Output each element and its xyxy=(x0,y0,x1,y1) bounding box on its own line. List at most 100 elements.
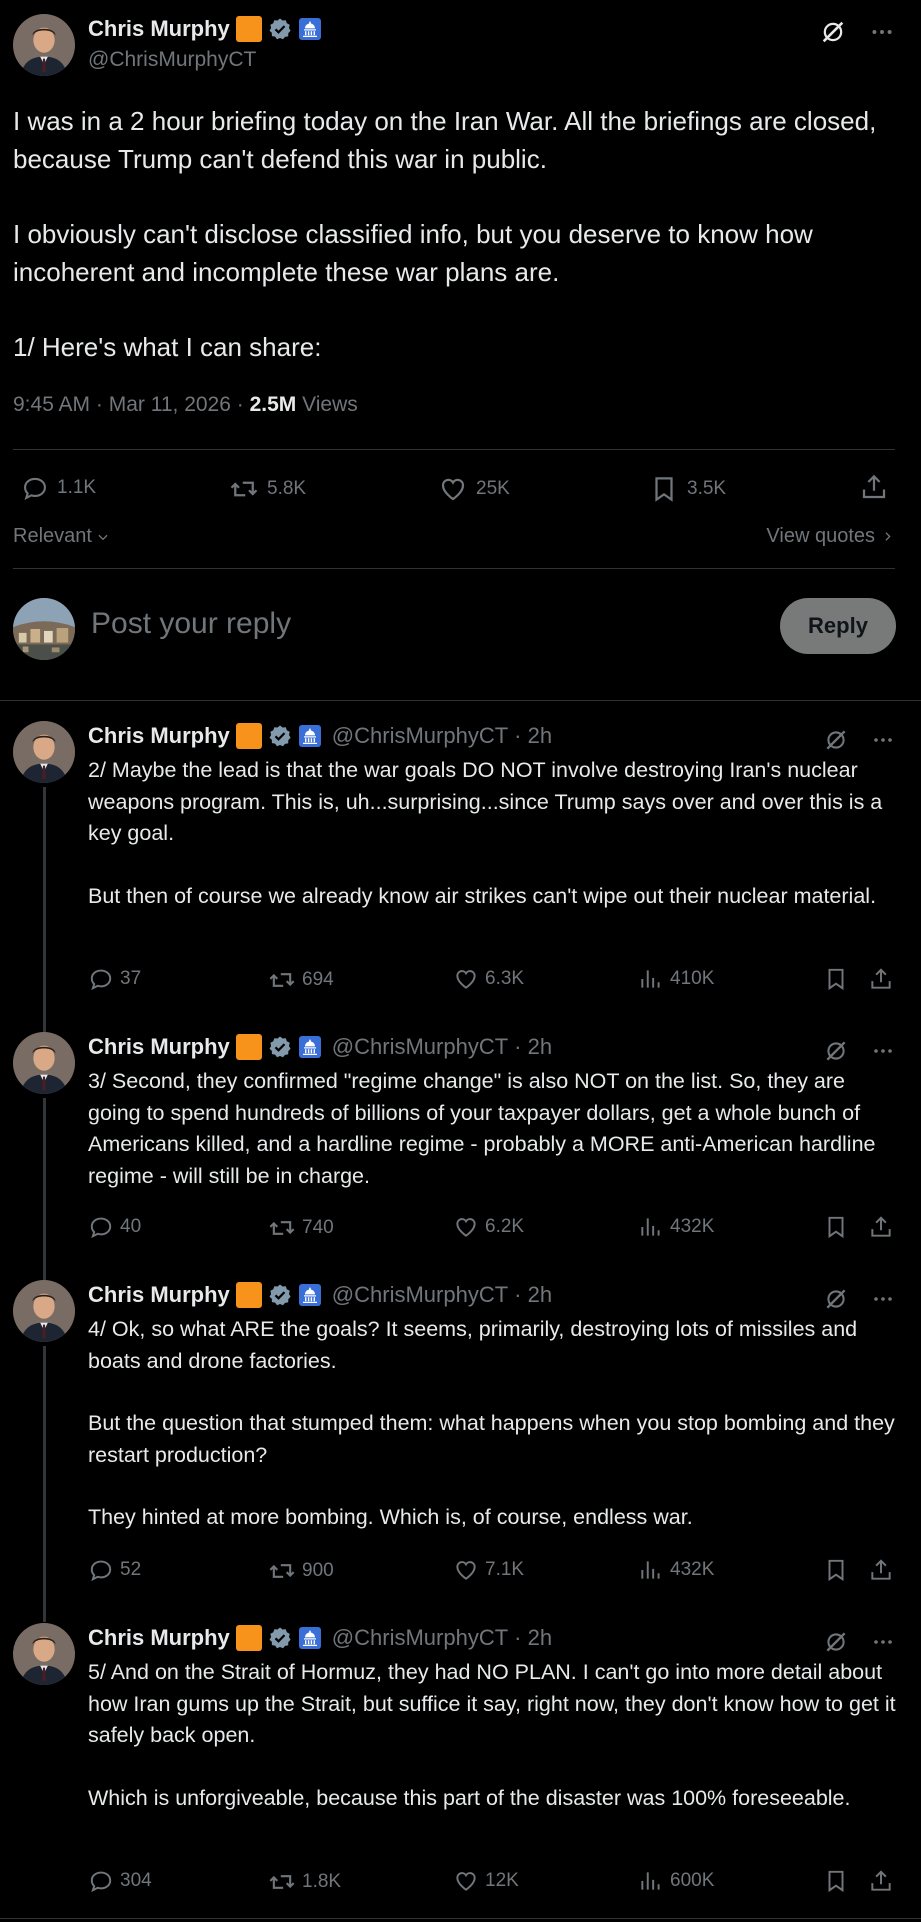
avatar[interactable] xyxy=(13,1032,75,1094)
thread-reply[interactable]: Chris Murphy @ChrisMurphyCT · 2h 3/ Seco… xyxy=(0,1032,921,1288)
reply-sort-dropdown[interactable]: Relevant xyxy=(13,525,110,548)
avatar[interactable] xyxy=(13,1623,75,1685)
reply-input[interactable]: Post your reply xyxy=(91,607,291,641)
author-name[interactable]: Chris Murphy xyxy=(88,723,230,749)
views-button[interactable]: 410K xyxy=(638,966,714,992)
like-button[interactable]: 25K xyxy=(438,474,510,504)
grok-icon[interactable] xyxy=(823,727,849,753)
share-button[interactable] xyxy=(868,1557,894,1583)
reply-count: 40 xyxy=(120,1216,142,1237)
reply-button[interactable]: 304 xyxy=(88,1868,152,1894)
reply-actions: 304 1.8K 12K 600K xyxy=(88,1868,898,1900)
more-icon[interactable] xyxy=(871,1039,895,1063)
chevron-right-icon xyxy=(881,530,894,543)
author-handle[interactable]: @ChrisMurphyCT xyxy=(332,1282,508,1308)
thread-reply[interactable]: Chris Murphy @ChrisMurphyCT · 2h 5/ And … xyxy=(0,1623,921,1913)
share-button[interactable] xyxy=(868,1214,894,1240)
views-count: 2.5M xyxy=(249,393,297,416)
author-handle[interactable]: @ChrisMurphyCT xyxy=(332,1034,508,1060)
capitol-icon xyxy=(298,1035,322,1059)
like-button[interactable]: 7.1K xyxy=(453,1557,524,1583)
affiliate-badge-icon xyxy=(235,1034,262,1060)
views-count: 600K xyxy=(670,1870,715,1891)
views-count: 432K xyxy=(670,1559,715,1580)
bookmark-button[interactable] xyxy=(823,1214,849,1240)
tweet-text: I was in a 2 hour briefing today on the … xyxy=(13,102,893,403)
repost-button[interactable]: 900 xyxy=(268,1557,334,1585)
reply-button[interactable]: 40 xyxy=(88,1214,141,1240)
reply-paragraph: 3/ Second, they confirmed "regime change… xyxy=(88,1069,876,1188)
grok-icon[interactable] xyxy=(819,18,847,46)
reply-time[interactable]: · 2h xyxy=(514,1034,552,1060)
views-button[interactable]: 600K xyxy=(638,1868,714,1894)
reply-text: 5/ And on the Strait of Hormuz, they had… xyxy=(88,1657,898,1845)
tweet-meta: 9:45 AM · Mar 11, 2026 · 2.5M Views xyxy=(13,393,358,416)
author-name[interactable]: Chris Murphy xyxy=(88,1034,230,1060)
thread-reply[interactable]: Chris Murphy @ChrisMurphyCT · 2h 2/ Mayb… xyxy=(0,721,921,1037)
reply-button[interactable]: 52 xyxy=(88,1557,141,1583)
author-handle[interactable]: @ChrisMurphyCT xyxy=(332,1625,508,1651)
verified-icon xyxy=(268,17,292,41)
share-button[interactable] xyxy=(868,1868,894,1894)
bookmark-button[interactable] xyxy=(823,1868,849,1894)
repost-count: 694 xyxy=(302,969,334,990)
reply-paragraph: 2/ Maybe the lead is that the war goals … xyxy=(88,758,883,845)
author-name[interactable]: Chris Murphy xyxy=(88,1625,230,1651)
author-name[interactable]: Chris Murphy xyxy=(88,16,230,42)
author-handle[interactable]: @ChrisMurphyCT xyxy=(332,723,508,749)
views-button[interactable]: 432K xyxy=(638,1214,714,1240)
reply-button[interactable]: 37 xyxy=(88,966,141,992)
like-button[interactable]: 6.3K xyxy=(453,966,524,992)
grok-icon[interactable] xyxy=(823,1629,849,1655)
grok-icon[interactable] xyxy=(823,1286,849,1312)
divider xyxy=(0,1918,921,1919)
reply-actions: 37 694 6.3K 410K xyxy=(88,966,898,998)
repost-button[interactable]: 5.8K xyxy=(229,474,306,504)
repost-button[interactable]: 1.8K xyxy=(268,1868,341,1896)
tweet-date[interactable]: Mar 11, 2026 xyxy=(109,393,231,416)
divider xyxy=(13,568,895,569)
more-icon[interactable] xyxy=(871,728,895,752)
like-button[interactable]: 12K xyxy=(453,1868,519,1894)
reply-text: 4/ Ok, so what ARE the goals? It seems, … xyxy=(88,1314,898,1565)
avatar[interactable] xyxy=(13,14,75,76)
reply-paragraph: But the question that stumped them: what… xyxy=(88,1411,895,1467)
avatar[interactable] xyxy=(13,721,75,783)
repost-button[interactable]: 740 xyxy=(268,1214,334,1242)
more-icon[interactable] xyxy=(869,19,895,45)
reply-paragraph: But then of course we already know air s… xyxy=(88,883,877,908)
bookmark-button[interactable] xyxy=(823,966,849,992)
reply-header: Chris Murphy @ChrisMurphyCT · 2h xyxy=(88,723,552,749)
capitol-icon xyxy=(298,1626,322,1650)
share-button[interactable] xyxy=(868,966,894,992)
user-avatar[interactable] xyxy=(13,598,75,660)
sort-label: Relevant xyxy=(13,525,92,547)
reply-actions: 40 740 6.2K 432K xyxy=(88,1214,898,1246)
more-icon[interactable] xyxy=(871,1287,895,1311)
reply-time[interactable]: · 2h xyxy=(514,1625,552,1651)
thread-reply[interactable]: Chris Murphy @ChrisMurphyCT · 2h 4/ Ok, … xyxy=(0,1280,921,1622)
views-button[interactable]: 432K xyxy=(638,1557,714,1583)
reply-submit-button[interactable]: Reply xyxy=(780,598,896,654)
like-count: 25K xyxy=(476,478,510,499)
reply-paragraph: 5/ And on the Strait of Hormuz, they had… xyxy=(88,1660,896,1747)
reply-time[interactable]: · 2h xyxy=(514,723,552,749)
more-icon[interactable] xyxy=(871,1630,895,1654)
reply-time[interactable]: · 2h xyxy=(514,1282,552,1308)
reply-top-actions xyxy=(823,1286,895,1312)
reply-button[interactable]: 1.1K xyxy=(21,474,96,502)
avatar[interactable] xyxy=(13,1280,75,1342)
grok-icon[interactable] xyxy=(823,1038,849,1064)
bookmark-button[interactable]: 3.5K xyxy=(649,474,726,504)
reply-header: Chris Murphy @ChrisMurphyCT · 2h xyxy=(88,1625,552,1651)
share-button[interactable] xyxy=(859,472,889,502)
chevron-down-icon xyxy=(96,530,110,544)
repost-button[interactable]: 694 xyxy=(268,966,334,994)
bookmark-button[interactable] xyxy=(823,1557,849,1583)
tweet-time[interactable]: 9:45 AM xyxy=(13,393,90,416)
view-quotes-link[interactable]: View quotes xyxy=(766,525,894,548)
author-handle[interactable]: @ChrisMurphyCT xyxy=(88,48,256,72)
author-name[interactable]: Chris Murphy xyxy=(88,1282,230,1308)
like-count: 6.3K xyxy=(485,968,525,989)
like-button[interactable]: 6.2K xyxy=(453,1214,524,1240)
